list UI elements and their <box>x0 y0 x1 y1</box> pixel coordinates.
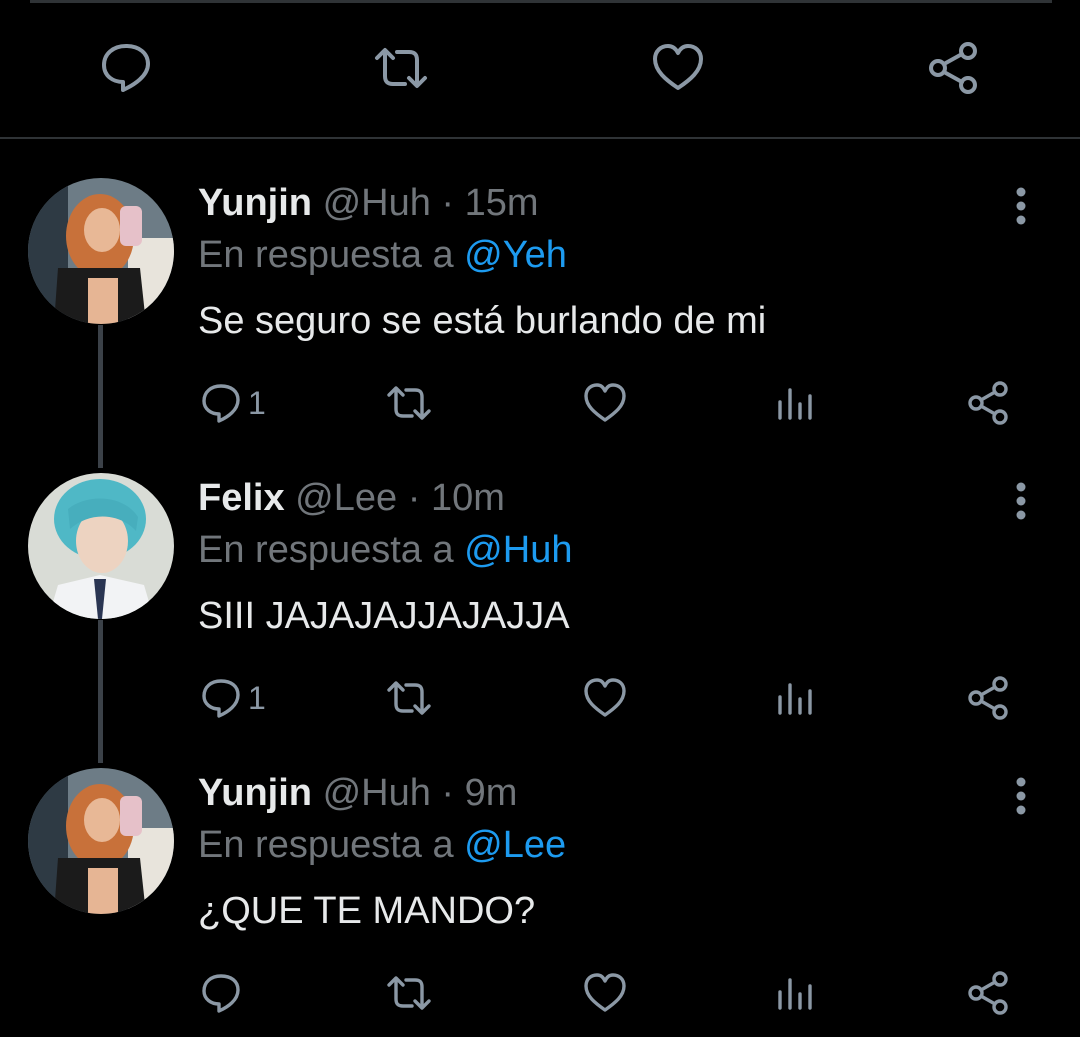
tweet-header: Felix @Lee · 10m <box>198 473 505 523</box>
tweet[interactable]: Yunjin @Huh · 15m En respuesta a @Yeh Se… <box>0 178 1080 458</box>
reply-prefix: En respuesta a <box>198 824 454 866</box>
share-icon <box>968 971 1008 1015</box>
retweet-button[interactable] <box>386 968 432 1018</box>
reply-count: 1 <box>248 384 266 421</box>
retweet-icon <box>387 386 431 420</box>
reply-button[interactable] <box>198 968 248 1018</box>
timestamp[interactable]: 15m <box>465 182 539 224</box>
separator-dot: · <box>441 772 455 814</box>
analytics-button[interactable] <box>774 673 820 723</box>
like-button[interactable] <box>582 673 628 723</box>
more-options-button[interactable] <box>1004 481 1038 521</box>
tweet-action-bar <box>198 968 1028 1024</box>
retweet-button[interactable] <box>373 40 429 96</box>
retweet-icon <box>387 976 431 1010</box>
separator-dot: · <box>407 477 421 519</box>
timestamp[interactable]: 9m <box>465 772 518 814</box>
more-options-button[interactable] <box>1004 186 1038 226</box>
reply-button[interactable]: 1 <box>198 673 266 723</box>
retweet-button[interactable] <box>386 673 432 723</box>
share-button[interactable] <box>966 673 1012 723</box>
reply-context: En respuesta a @Huh <box>198 525 572 575</box>
reply-icon <box>202 974 240 1013</box>
reply-button[interactable] <box>98 40 154 96</box>
tweet[interactable]: Felix @Lee · 10m En respuesta a @Huh SII… <box>0 473 1080 753</box>
share-button[interactable] <box>966 378 1012 428</box>
tweet-text: SIII JAJAJAJJAJAJJA <box>198 595 570 637</box>
share-icon <box>968 676 1008 720</box>
avatar-felix-image <box>28 473 174 619</box>
display-name[interactable]: Yunjin <box>198 182 312 224</box>
reply-button[interactable]: 1 <box>198 378 266 428</box>
main-tweet-action-bar <box>0 0 1080 139</box>
heart-icon <box>584 973 626 1012</box>
analytics-icon <box>778 978 812 1010</box>
username[interactable]: @Huh <box>323 182 431 224</box>
separator-dot: · <box>441 182 455 224</box>
analytics-icon <box>778 388 812 420</box>
reply-context: En respuesta a @Yeh <box>198 230 567 280</box>
retweet-icon <box>375 48 427 88</box>
timestamp[interactable]: 10m <box>431 477 505 519</box>
share-button[interactable] <box>926 40 982 96</box>
avatar-yunjin-image <box>28 768 174 914</box>
analytics-button[interactable] <box>774 968 820 1018</box>
heart-icon <box>584 678 626 717</box>
avatar[interactable] <box>28 473 174 619</box>
share-icon <box>929 42 977 94</box>
reply-mention-link[interactable]: @Huh <box>464 529 572 571</box>
analytics-icon <box>778 683 812 715</box>
like-button[interactable] <box>650 40 706 96</box>
tweet[interactable]: Yunjin @Huh · 9m En respuesta a @Lee ¿QU… <box>0 768 1080 1037</box>
reply-icon <box>202 679 240 718</box>
reply-mention-link[interactable]: @Yeh <box>464 234 567 276</box>
username[interactable]: @Huh <box>323 772 431 814</box>
heart-icon <box>653 44 703 90</box>
tweet-header: Yunjin @Huh · 9m <box>198 768 517 818</box>
reply-count: 1 <box>248 679 266 716</box>
reply-prefix: En respuesta a <box>198 529 454 571</box>
more-vertical-icon <box>1016 777 1026 815</box>
reply-context: En respuesta a @Lee <box>198 820 566 870</box>
display-name[interactable]: Felix <box>198 477 285 519</box>
retweet-icon <box>387 681 431 715</box>
tweet-header: Yunjin @Huh · 15m <box>198 178 539 228</box>
heart-icon <box>584 383 626 422</box>
reply-icon <box>202 384 240 423</box>
like-button[interactable] <box>582 378 628 428</box>
like-button[interactable] <box>582 968 628 1018</box>
more-vertical-icon <box>1016 187 1026 225</box>
tweet-text: Se seguro se está burlando de mi <box>198 300 767 342</box>
username[interactable]: @Lee <box>295 477 397 519</box>
share-button[interactable] <box>966 968 1012 1018</box>
tweet-text: ¿QUE TE MANDO? <box>198 890 536 932</box>
avatar[interactable] <box>28 768 174 914</box>
reply-icon <box>102 44 150 92</box>
tweet-action-bar: 1 <box>198 673 1028 729</box>
more-vertical-icon <box>1016 482 1026 520</box>
retweet-button[interactable] <box>386 378 432 428</box>
avatar[interactable] <box>28 178 174 324</box>
display-name[interactable]: Yunjin <box>198 772 312 814</box>
analytics-button[interactable] <box>774 378 820 428</box>
share-icon <box>968 381 1008 425</box>
reply-mention-link[interactable]: @Lee <box>464 824 566 866</box>
reply-prefix: En respuesta a <box>198 234 454 276</box>
avatar-yunjin-image <box>28 178 174 324</box>
more-options-button[interactable] <box>1004 776 1038 816</box>
tweet-action-bar: 1 <box>198 378 1028 434</box>
